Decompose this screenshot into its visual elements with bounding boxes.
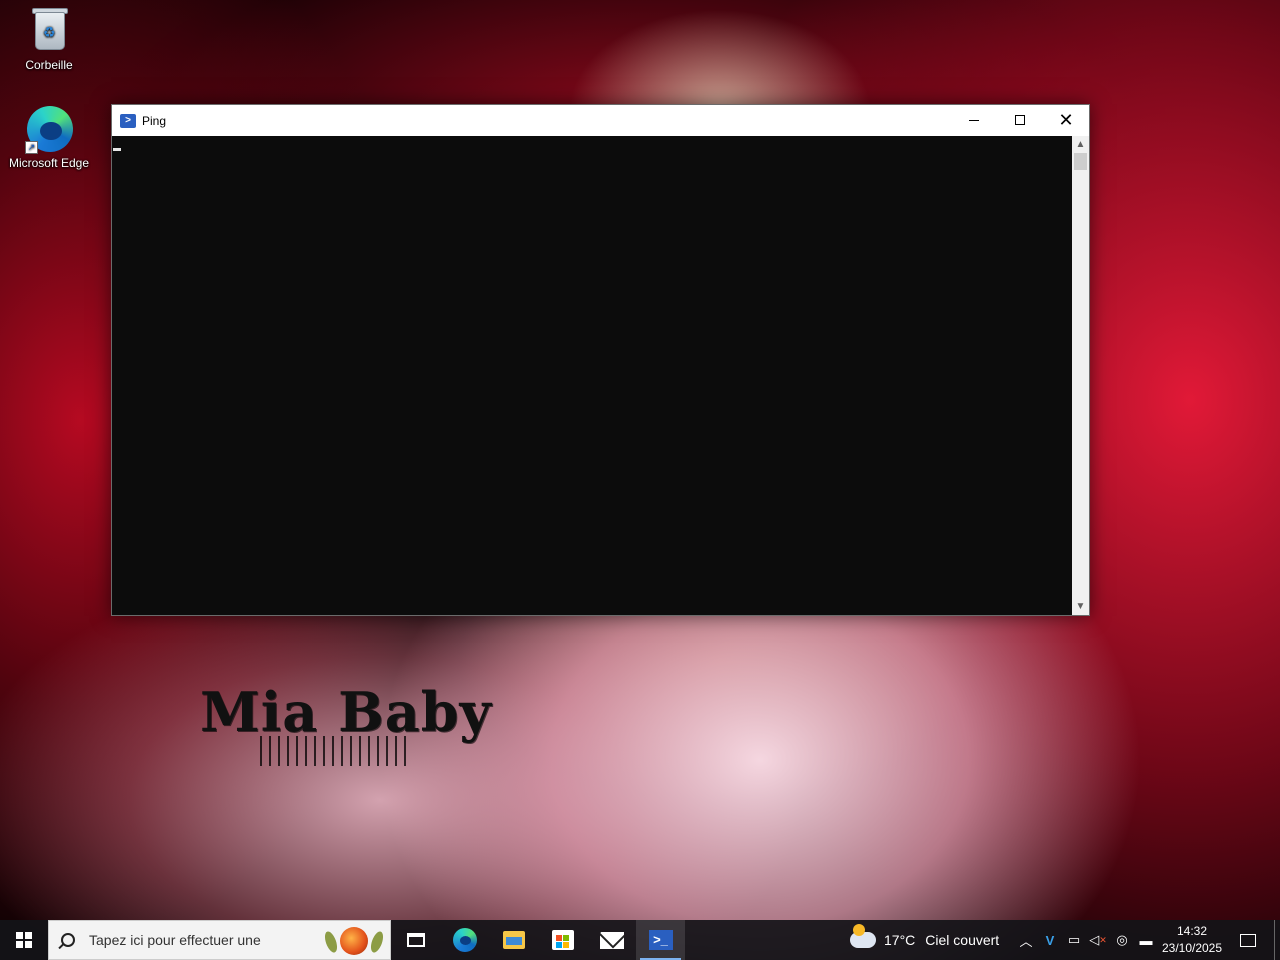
task-view-button[interactable] [391,920,440,960]
taskbar-store-button[interactable] [538,920,587,960]
scroll-down-icon[interactable]: ▼ [1072,598,1089,615]
console-window[interactable]: > Ping ✕ ▲ ▼ [111,104,1090,616]
powershell-icon: >_ [648,930,673,950]
task-view-icon [406,933,425,947]
title-bar[interactable]: > Ping ✕ [112,105,1089,136]
system-tray: ︿ V ▭ ◁ ✕ ◎ ▬ [1014,920,1158,960]
wallpaper-signature: Mia Baby [200,680,492,766]
notification-icon [1240,933,1256,947]
minimize-icon [969,119,979,121]
window-title: Ping [142,113,167,128]
close-icon: ✕ [1058,109,1074,130]
taskbar-clock[interactable]: 14:32 23/10/2025 [1158,923,1226,957]
powershell-icon: > [120,113,136,128]
taskbar-mail-button[interactable] [587,920,636,960]
volume-muted-icon[interactable]: ◁ ✕ [1086,920,1110,960]
search-highlight-icon[interactable] [322,925,386,957]
text-cursor [113,148,121,151]
minimize-button[interactable] [951,105,997,135]
desktop-icon-recycle-bin[interactable]: ♻ Corbeille [4,6,94,72]
taskbar: Tapez ici pour effectuer une >_ 17°C Cie… [0,920,1280,960]
taskbar-powershell-button[interactable]: >_ [636,920,685,960]
edge-icon: ↗ [25,104,73,154]
desktop-icon-edge[interactable]: ↗ Microsoft Edge [4,104,94,170]
vertical-scrollbar[interactable]: ▲ ▼ [1072,136,1089,615]
battery-icon[interactable]: ▬ [1134,920,1158,960]
weather-widget[interactable]: 17°C Ciel couvert [850,920,999,960]
cloudy-weather-icon [850,924,876,948]
close-button[interactable]: ✕ [1043,105,1089,135]
clock-time: 14:32 [1176,924,1208,938]
windows-logo-icon [16,932,32,948]
maximize-button[interactable] [997,105,1043,135]
weather-condition: Ciel couvert [925,932,1000,948]
store-icon [551,930,574,950]
folder-icon [502,931,525,949]
search-icon [61,933,75,947]
edge-icon [452,928,477,952]
show-desktop-button[interactable] [1274,920,1280,960]
notification-center-button[interactable] [1232,920,1264,960]
console-output[interactable] [112,136,1073,615]
recycle-bin-icon: ♻ [25,6,73,54]
search-box[interactable]: Tapez ici pour effectuer une [48,920,391,960]
start-button[interactable] [0,920,48,960]
vs-tray-icon[interactable]: V [1038,920,1062,960]
desktop-icon-label: Microsoft Edge [8,156,90,170]
show-hidden-icons-chevron-icon[interactable]: ︿ [1014,920,1038,960]
desktop-icon-label: Corbeille [25,58,73,72]
meet-now-icon[interactable]: ◎ [1110,920,1134,960]
clock-date: 23/10/2025 [1161,941,1223,955]
taskbar-edge-button[interactable] [440,920,489,960]
taskbar-file-explorer-button[interactable] [489,920,538,960]
scrollbar-thumb[interactable] [1074,153,1087,170]
weather-temperature: 17°C [884,932,916,948]
mail-icon [599,931,624,949]
search-placeholder: Tapez ici pour effectuer une [89,932,261,948]
shortcut-arrow-icon: ↗ [25,141,38,154]
maximize-icon [1015,115,1025,125]
scroll-up-icon[interactable]: ▲ [1072,136,1089,153]
network-icon[interactable]: ▭ [1062,920,1086,960]
